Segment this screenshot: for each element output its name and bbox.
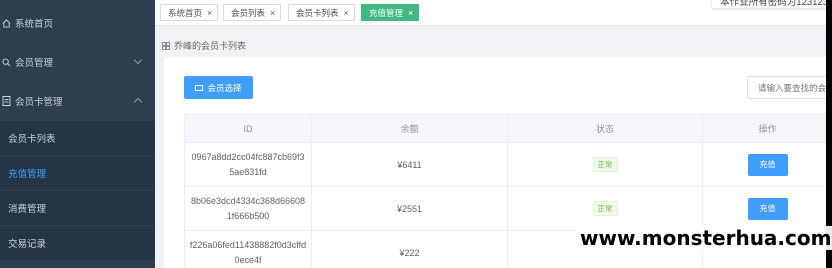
search-input[interactable] <box>747 76 832 99</box>
tab-label: 充值管理 <box>369 7 404 18</box>
column-header-balance: 余额 <box>311 114 508 143</box>
sidebar-item-label: 会员管理 <box>15 58 54 69</box>
close-icon[interactable]: × <box>270 8 275 18</box>
action-cell: 充值 <box>702 186 832 231</box>
sidebar: 系统首页 会员管理 会员卡管理 会员卡列表 充值管理 消费管理 交易记录 <box>0 0 155 268</box>
sidebar-item-members[interactable]: 会员管理 <box>0 44 155 80</box>
grid-icon <box>162 41 170 50</box>
column-header-id: ID <box>184 114 312 143</box>
card-icon <box>195 84 204 91</box>
watermark: www.monsterhua.com <box>576 226 832 250</box>
tab-label: 会员卡列表 <box>296 7 339 18</box>
notice-banner: 本作业所有密码为123123 <box>712 0 832 8</box>
card-balance: ¥6411 <box>311 142 508 187</box>
button-label: 会员选择 <box>207 82 242 93</box>
sidebar-subitem-label: 充值管理 <box>8 169 47 180</box>
close-icon[interactable]: × <box>207 8 212 18</box>
recharge-button[interactable]: 充值 <box>747 153 788 176</box>
sidebar-subitem-label: 交易记录 <box>8 239 47 250</box>
sidebar-subitem-transactions[interactable]: 交易记录 <box>0 226 155 260</box>
status-cell: 正常 <box>507 142 703 187</box>
tab-label: 系统首页 <box>168 7 203 18</box>
tab-card-list[interactable]: 会员卡列表 × <box>288 4 355 21</box>
card-balance: ¥2551 <box>311 186 508 231</box>
column-header-status: 状态 <box>507 114 703 143</box>
action-cell: 充值 <box>702 142 832 187</box>
close-icon[interactable]: × <box>408 8 413 18</box>
tab-home[interactable]: 系统首页 × <box>160 4 219 21</box>
status-badge: 正常 <box>592 157 618 172</box>
table-header-row: ID 余额 状态 操作 <box>184 114 832 143</box>
card-id: 8b06e3dcd4334c368d666081f666b500 <box>184 186 312 231</box>
table-row: 0967a8dd2cc04fc887cb69f35ae831fd ¥6411 正… <box>184 142 832 187</box>
sidebar-subitem-card-list[interactable]: 会员卡列表 <box>0 121 155 155</box>
status-badge: 正常 <box>592 201 618 216</box>
table-row: 8b06e3dcd4334c368d666081f666b500 ¥2551 正… <box>184 186 832 231</box>
card-balance: ¥222 <box>311 230 508 268</box>
tab-label: 会员列表 <box>231 7 266 18</box>
sidebar-subitem-label: 消费管理 <box>8 204 47 215</box>
sidebar-item-home[interactable]: 系统首页 <box>0 5 155 41</box>
home-icon <box>1 18 11 28</box>
chevron-down-icon <box>133 55 143 65</box>
sidebar-subitem-consumption[interactable]: 消费管理 <box>0 191 155 225</box>
sidebar-subitem-recharge[interactable]: 充值管理 <box>0 156 155 190</box>
status-cell: 正常 <box>507 186 703 231</box>
column-header-action: 操作 <box>702 114 832 143</box>
recharge-button[interactable]: 充值 <box>747 197 788 220</box>
tab-member-list[interactable]: 会员列表 × <box>223 4 282 21</box>
sidebar-item-label: 系统首页 <box>15 19 54 30</box>
card-id: f226a06fed11438882f0d3cffd0ece4f <box>184 230 312 268</box>
tab-recharge[interactable]: 充值管理 × <box>361 4 420 21</box>
sidebar-subitem-label: 会员卡列表 <box>8 134 56 145</box>
document-icon <box>1 96 11 106</box>
chevron-up-icon <box>133 97 143 107</box>
select-member-button[interactable]: 会员选择 <box>184 76 253 99</box>
breadcrumb-label: 乔峰的会员卡列表 <box>174 41 247 51</box>
sidebar-item-label: 会员卡管理 <box>15 97 63 108</box>
close-icon[interactable]: × <box>344 8 349 18</box>
sidebar-item-member-cards[interactable]: 会员卡管理 <box>0 83 155 119</box>
card-id: 0967a8dd2cc04fc887cb69f35ae831fd <box>184 142 312 187</box>
search-icon <box>1 57 11 67</box>
breadcrumb: 乔峰的会员卡列表 <box>162 39 246 52</box>
